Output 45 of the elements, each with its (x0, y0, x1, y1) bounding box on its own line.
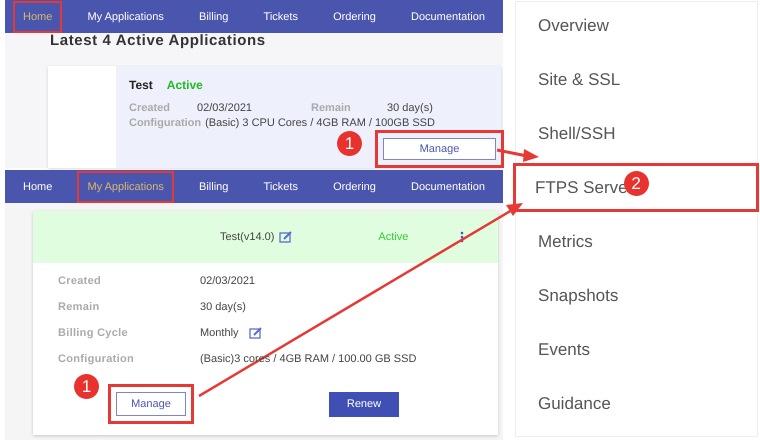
nav-tab[interactable]: Home (13, 0, 62, 32)
edit-icon[interactable] (279, 231, 292, 243)
section-heading: Latest 4 Active Applications (50, 33, 267, 51)
field-value: 30 day(s) (387, 102, 434, 114)
menu-item[interactable]: Events (538, 340, 590, 360)
menu-item[interactable]: Site & SSL (538, 70, 620, 90)
nav-tab[interactable]: Documentation (401, 170, 495, 202)
app-name: Test (129, 78, 153, 92)
field-label: Remain (58, 301, 101, 313)
nav-tab[interactable]: Billing (189, 0, 238, 32)
app-title: Test(v14.0) (220, 231, 274, 243)
nav-tab[interactable]: Ordering (323, 0, 386, 32)
field-label: Created (58, 275, 102, 287)
step-badge: 1 (74, 374, 99, 399)
field-label: Configuration (129, 116, 202, 128)
field-label: Created (129, 102, 171, 114)
field-value: 02/03/2021 (200, 275, 256, 287)
edit-icon[interactable] (248, 327, 262, 339)
menu-item[interactable]: Guidance (538, 394, 611, 414)
status-label: Active (166, 78, 203, 92)
nav-tab[interactable]: My Applications (77, 0, 174, 32)
more-icon[interactable] (460, 231, 464, 243)
manage-button[interactable]: Manage (383, 138, 496, 160)
nav-tab[interactable]: My Applications (77, 170, 174, 202)
menu-item[interactable]: Snapshots (538, 286, 618, 306)
field-value: 02/03/2021 (197, 102, 254, 114)
status-label: Active (378, 231, 408, 243)
field-value: (Basic) 3 CPU Cores / 4GB RAM / 100GB SSD (205, 116, 435, 128)
nav-tab[interactable]: Tickets (254, 0, 308, 32)
nav-tab[interactable]: Billing (189, 170, 238, 202)
nav-tab[interactable]: Home (13, 170, 62, 202)
menu-item[interactable]: Metrics (538, 232, 593, 252)
nav-tab[interactable]: Ordering (323, 170, 386, 202)
step-badge: 1 (337, 131, 362, 156)
menu-item[interactable]: Overview (538, 16, 609, 36)
field-value: 30 day(s) (200, 301, 246, 313)
field-value: Monthly (200, 327, 239, 339)
nav-tab[interactable]: Tickets (254, 170, 308, 202)
nav-tab[interactable]: Documentation (401, 0, 495, 32)
field-label: Configuration (58, 353, 135, 365)
renew-button[interactable]: Renew (329, 392, 399, 416)
field-label: Billing Cycle (58, 327, 129, 339)
field-label: Remain (311, 102, 352, 114)
manage-button[interactable]: Manage (116, 392, 186, 416)
menu-item[interactable]: Shell/SSH (538, 124, 616, 144)
